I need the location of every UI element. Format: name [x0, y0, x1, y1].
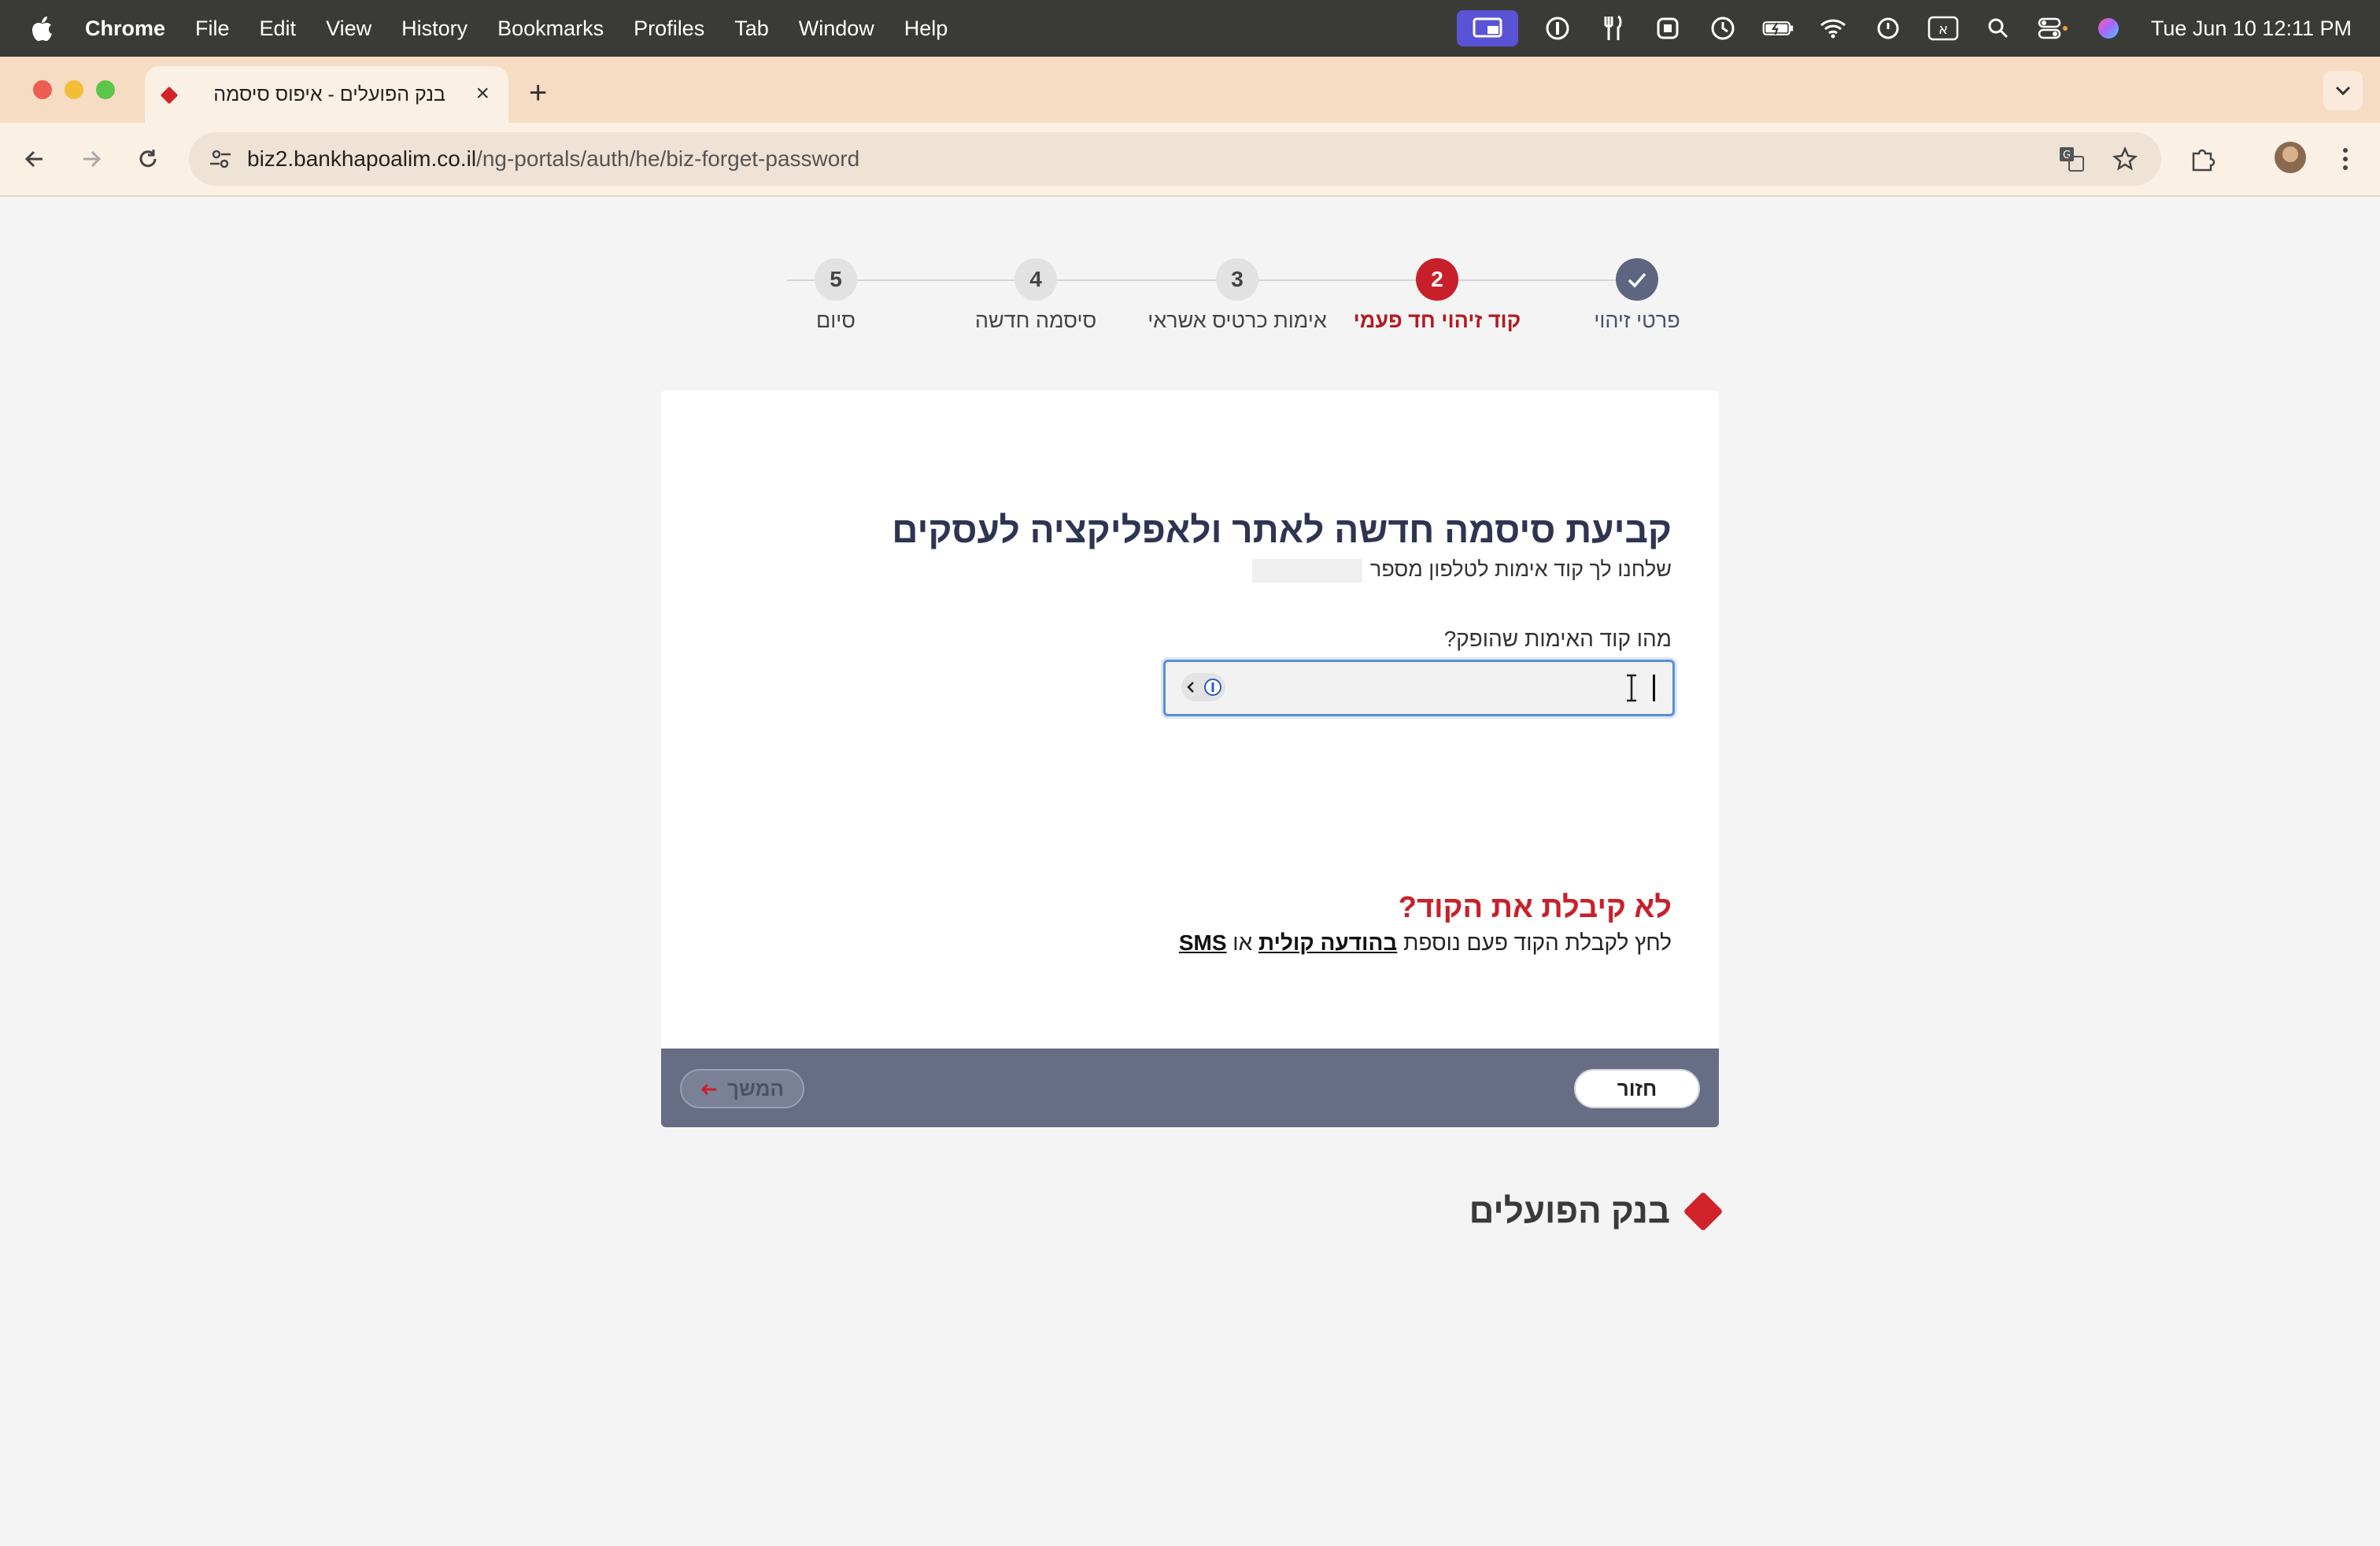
reset-password-card: קביעת סיסמה חדשה לאתר ולאפליקציה לעסקים … — [661, 390, 1719, 1127]
page-title: קביעת סיסמה חדשה לאתר ולאפליקציה לעסקים — [892, 509, 1672, 550]
step-label: קוד זיהוי חד פעמי — [1353, 309, 1521, 332]
browser-toolbar: biz2.bankhapoalim.co.il/ng-portals/auth/… — [0, 123, 2380, 197]
bank-logo: בנק הפועלים — [1469, 1191, 1724, 1232]
url-path: /ng-portals/auth/he/biz-forget-password — [476, 146, 860, 171]
not-received-title: לא קיבלת את הקוד? — [1398, 891, 1672, 924]
card-action-bar: חזור המשך — [661, 1049, 1719, 1127]
menu-history[interactable]: History — [401, 17, 468, 41]
progress-stepper: פרטי זיהוי 2 קוד זיהוי חד פעמי 3 אימות כ… — [763, 258, 1680, 345]
step-finish: 5 סיום — [734, 258, 938, 333]
menu-window[interactable]: Window — [799, 17, 874, 41]
step-number: 4 — [1014, 258, 1057, 301]
step-otp: 2 קוד זיהוי חד פעמי — [1335, 258, 1539, 333]
bank-logo-diamond-icon — [1683, 1191, 1724, 1232]
step-label: אימות כרטיס אשראי — [1148, 309, 1327, 332]
bank-favicon-icon — [159, 85, 179, 105]
time-machine-icon[interactable] — [1872, 13, 1904, 44]
timer-icon[interactable] — [1707, 13, 1739, 44]
keyboard-layout-label: א — [1938, 21, 1948, 38]
page-content: פרטי זיהוי 2 קוד זיהוי חד פעמי 3 אימות כ… — [0, 197, 2380, 1546]
screen-share-icon[interactable] — [1456, 10, 1518, 46]
continue-button[interactable]: המשך — [680, 1069, 804, 1108]
subtitle-text: שלחנו לך קוד אימות לטלפון מספר — [1369, 557, 1672, 581]
control-center-icon[interactable] — [2038, 13, 2069, 44]
stop-square-icon[interactable] — [1652, 13, 1683, 44]
bank-name: בנק הפועלים — [1469, 1192, 1670, 1230]
step-number: 2 — [1416, 258, 1458, 301]
window-controls — [33, 80, 115, 99]
tab-search-button[interactable] — [2323, 71, 2363, 110]
text-caret — [1653, 675, 1655, 701]
fork-knife-icon[interactable] — [1597, 13, 1628, 44]
menu-profiles[interactable]: Profiles — [634, 17, 704, 41]
spotlight-search-icon[interactable] — [1983, 13, 2014, 44]
minimize-window-button[interactable] — [65, 80, 83, 99]
otp-code-field[interactable] — [1163, 660, 1675, 716]
step-credit-card: 3 אימות כרטיס אשראי — [1135, 258, 1340, 333]
menu-edit[interactable]: Edit — [260, 17, 297, 41]
voice-message-link[interactable]: בהודעה קולית — [1258, 930, 1397, 955]
profile-avatar[interactable] — [2275, 142, 2306, 173]
menu-help[interactable]: Help — [904, 17, 948, 41]
browser-tab-active[interactable]: בנק הפועלים - איפוס סיסמה × — [145, 66, 508, 123]
apple-menu-icon[interactable] — [28, 13, 55, 44]
menu-file[interactable]: File — [195, 17, 230, 41]
tab-close-button[interactable]: × — [475, 80, 490, 107]
bookmark-star-icon[interactable] — [2109, 143, 2141, 175]
wifi-icon[interactable] — [1817, 13, 1849, 44]
new-tab-button[interactable]: + — [529, 76, 547, 111]
sms-link[interactable]: SMS — [1179, 930, 1227, 955]
url-text[interactable]: biz2.bankhapoalim.co.il/ng-portals/auth/… — [247, 146, 859, 172]
zoom-window-button[interactable] — [96, 80, 115, 99]
battery-icon[interactable] — [1762, 13, 1794, 44]
macos-menubar: Chrome File Edit View History Bookmarks … — [0, 0, 2380, 57]
step-check-icon — [1616, 258, 1658, 301]
kebab-menu-icon[interactable] — [2330, 143, 2361, 175]
site-settings-icon[interactable] — [205, 143, 236, 175]
password-manager-fill-icon[interactable] — [1181, 673, 1225, 701]
text-cursor-icon — [1624, 673, 1639, 703]
back-arrow-icon[interactable] — [19, 143, 50, 175]
chevron-down-icon — [2335, 86, 2351, 96]
address-bar[interactable]: biz2.bankhapoalim.co.il/ng-portals/auth/… — [189, 132, 2161, 186]
menubar-clock[interactable]: Tue Jun 10 12:11 PM — [2151, 17, 2352, 41]
password-manager-icon[interactable] — [1542, 13, 1573, 44]
step-label: סיום — [815, 309, 856, 332]
otp-code-input[interactable] — [1236, 667, 1649, 711]
siri-icon[interactable] — [2093, 13, 2124, 44]
close-window-button[interactable] — [33, 80, 52, 99]
extensions-puzzle-icon[interactable] — [2188, 143, 2219, 175]
forward-arrow-icon[interactable] — [76, 143, 107, 175]
browser-tabstrip: בנק הפועלים - איפוס סיסמה × + — [0, 57, 2380, 123]
or-word: או — [1232, 930, 1253, 955]
tab-title: בנק הפועלים - איפוס סיסמה — [213, 83, 445, 105]
step-new-password: 4 סיסמה חדשה — [933, 258, 1138, 333]
menu-bookmarks[interactable]: Bookmarks — [497, 17, 604, 41]
back-button[interactable]: חזור — [1574, 1069, 1700, 1108]
step-identification: פרטי זיהוי — [1535, 258, 1739, 333]
step-number: 5 — [815, 258, 857, 301]
continue-label: המשך — [726, 1076, 785, 1100]
masked-phone-number — [1251, 558, 1362, 583]
step-number: 3 — [1216, 258, 1258, 301]
menu-tab[interactable]: Tab — [734, 17, 769, 41]
step-label: פרטי זיהוי — [1594, 309, 1680, 332]
keyboard-layout-icon[interactable]: א — [1927, 13, 1959, 44]
translate-icon[interactable]: G — [2056, 143, 2087, 175]
reload-icon[interactable] — [132, 143, 164, 175]
resend-instructions: לחץ לקבלת הקוד פעם נוספת בהודעה קולית או… — [1179, 930, 1672, 956]
url-host: biz2.bankhapoalim.co.il — [247, 146, 477, 171]
menu-view[interactable]: View — [326, 17, 371, 41]
code-field-label: מהו קוד האימות שהופק? — [1443, 627, 1672, 651]
step-label: סיסמה חדשה — [974, 309, 1097, 332]
phone-subtitle: שלחנו לך קוד אימות לטלפון מספר — [1251, 557, 1672, 583]
menu-app-name[interactable]: Chrome — [85, 17, 165, 41]
arrow-left-icon — [700, 1077, 718, 1101]
resend-prefix: לחץ לקבלת הקוד פעם נוספת — [1403, 930, 1672, 955]
